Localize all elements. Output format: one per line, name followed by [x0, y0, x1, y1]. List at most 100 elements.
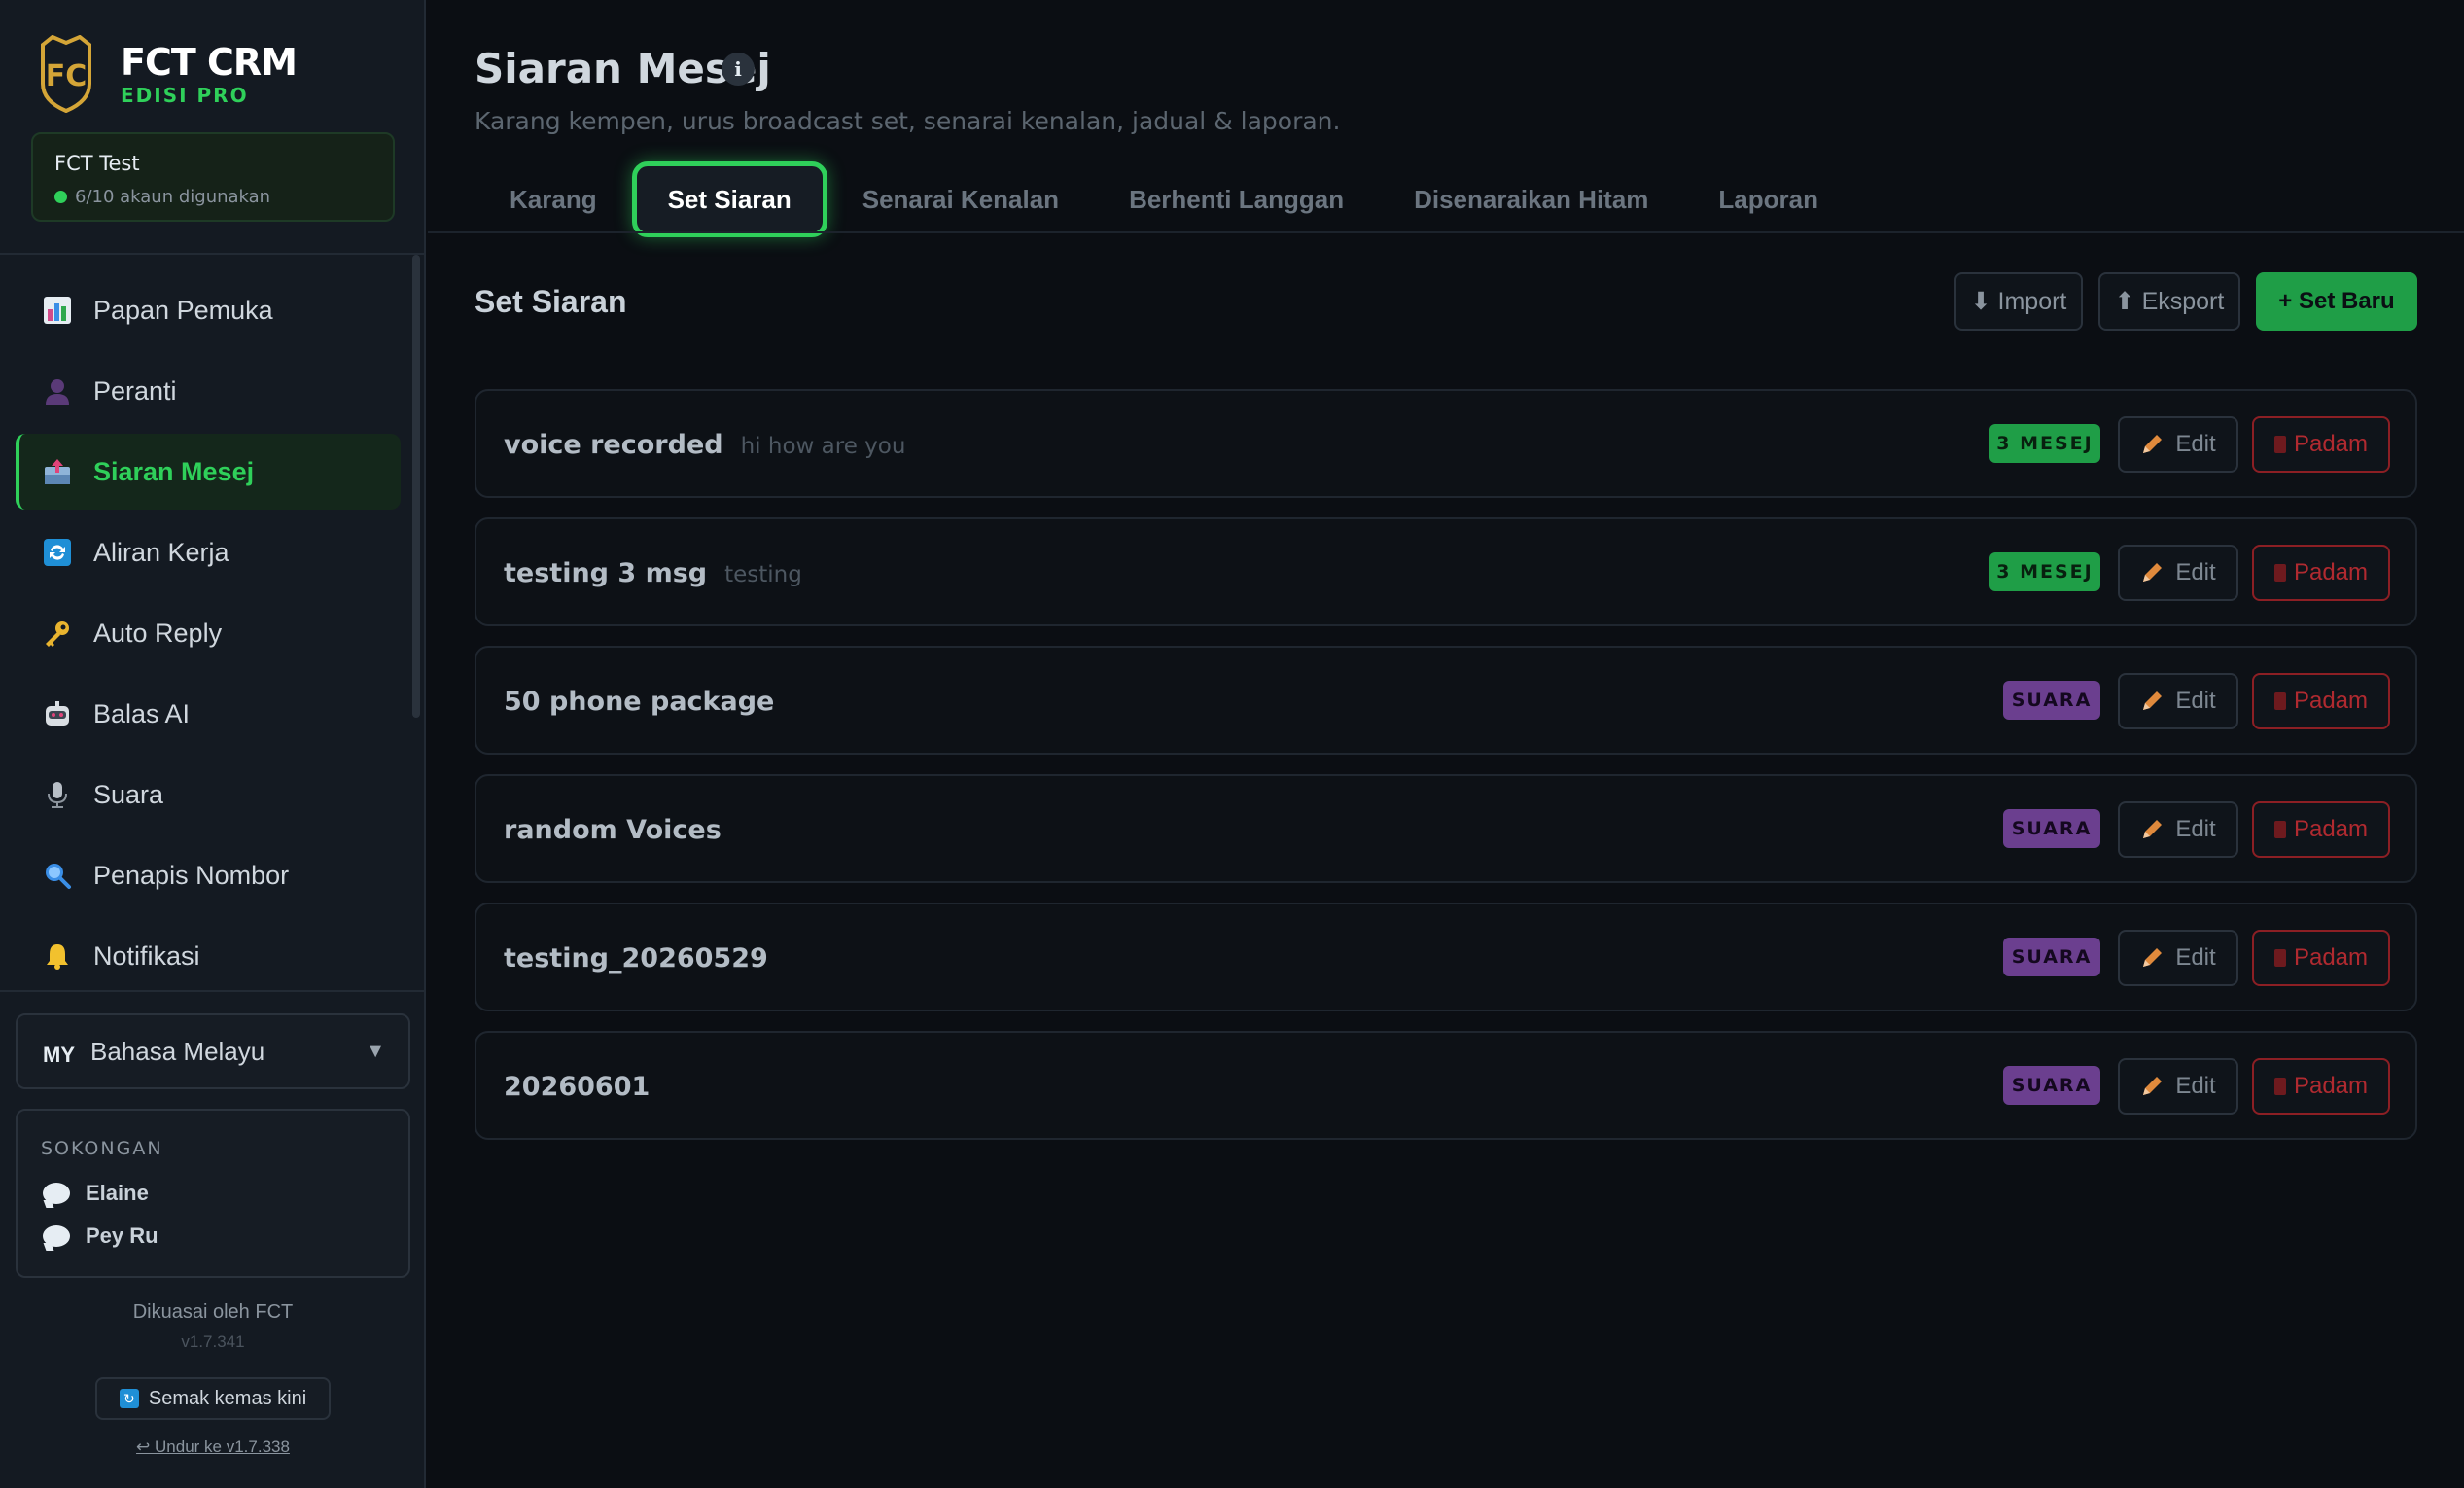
sidebar-item-penapis-nombor[interactable]: Penapis Nombor: [16, 837, 401, 913]
sidebar-item-auto-reply[interactable]: Auto Reply: [16, 595, 401, 671]
list-item[interactable]: testing 3 msg testing 3 MESEJ Edit Padam: [475, 517, 2417, 626]
set-name: 20260601: [504, 1072, 650, 1102]
sidebar-item-peranti[interactable]: Peranti: [16, 353, 401, 429]
magnifier-icon: [41, 859, 74, 892]
list-item[interactable]: 20260601 SUARA Edit Padam: [475, 1031, 2417, 1140]
list-item[interactable]: 50 phone package SUARA Edit Padam: [475, 646, 2417, 755]
edit-label: Edit: [2175, 1073, 2216, 1099]
sidebar-nav: Papan Pemuka Peranti Siaran Mesej Aliran…: [16, 272, 401, 999]
voice-badge: SUARA: [2003, 938, 2100, 976]
sidebar-item-aliran-kerja[interactable]: Aliran Kerja: [16, 514, 401, 590]
delete-button[interactable]: Padam: [2252, 930, 2390, 986]
delete-button[interactable]: Padam: [2252, 416, 2390, 473]
delete-label: Padam: [2293, 816, 2369, 842]
brand[interactable]: FC FCT CRM EDISI PRO: [39, 35, 408, 113]
edit-label: Edit: [2175, 688, 2216, 714]
support-contact-name: Pey Ru: [86, 1223, 158, 1248]
support-box: SOKONGAN Elaine Pey Ru: [16, 1109, 410, 1278]
status-dot-icon: [54, 191, 67, 203]
list-item[interactable]: random Voices SUARA Edit Padam: [475, 774, 2417, 883]
delete-button[interactable]: Padam: [2252, 1058, 2390, 1115]
sidebar-divider: [0, 253, 426, 255]
broadcast-set-list: voice recorded hi how are you 3 MESEJ Edi…: [475, 389, 2417, 1159]
sidebar-item-label: Auto Reply: [93, 618, 223, 648]
trash-icon: [2273, 821, 2286, 838]
version-label: v1.7.341: [181, 1332, 245, 1351]
tab-divider: [428, 231, 2464, 233]
account-name: FCT Test: [54, 152, 140, 175]
sidebar-divider: [0, 990, 426, 992]
sidebar-item-label: Peranti: [93, 375, 177, 406]
edit-label: Edit: [2175, 559, 2216, 585]
sidebar-item-siaran-mesej[interactable]: Siaran Mesej: [16, 434, 401, 510]
edit-button[interactable]: Edit: [2118, 545, 2238, 601]
tab-bar: Karang Set Siaran Senarai Kenalan Berhen…: [475, 161, 1853, 241]
sidebar-item-papan-pemuka[interactable]: Papan Pemuka: [16, 272, 401, 348]
sidebar-item-label: Penapis Nombor: [93, 860, 290, 890]
language-select[interactable]: MY Bahasa Melayu ▼: [16, 1013, 410, 1089]
key-icon: [41, 617, 74, 650]
tab-disenaraikan-hitam[interactable]: Disenaraikan Hitam: [1379, 161, 1683, 237]
fct-logo-icon: FC: [41, 35, 91, 113]
edit-label: Edit: [2175, 431, 2216, 457]
check-update-button[interactable]: ↻ Semak kemas kini: [95, 1377, 331, 1420]
tab-senarai-kenalan[interactable]: Senarai Kenalan: [827, 161, 1094, 237]
pencil-icon: [2143, 820, 2163, 838]
set-name-text: testing_20260529: [504, 943, 768, 974]
voice-badge: SUARA: [2003, 1066, 2100, 1105]
sidebar-item-label: Notifikasi: [93, 940, 200, 971]
delete-label: Padam: [2293, 559, 2369, 585]
import-button[interactable]: ⬇ Import: [1954, 272, 2083, 331]
edit-button[interactable]: Edit: [2118, 930, 2238, 986]
set-name: random Voices: [504, 815, 722, 845]
message-count-badge: 3 MESEJ: [1989, 424, 2100, 463]
edit-button[interactable]: Edit: [2118, 673, 2238, 729]
sidebar-item-balas-ai[interactable]: Balas AI: [16, 676, 401, 752]
support-contact-pey-ru[interactable]: Pey Ru: [43, 1220, 158, 1253]
refresh-icon: [41, 536, 74, 569]
info-icon[interactable]: i: [722, 53, 755, 86]
account-box[interactable]: FCT Test 6/10 akaun digunakan: [31, 132, 395, 222]
bell-icon: [41, 939, 74, 973]
pencil-icon: [2143, 948, 2163, 967]
message-count-badge: 3 MESEJ: [1989, 552, 2100, 591]
tab-laporan[interactable]: Laporan: [1683, 161, 1853, 237]
microphone-icon: [41, 778, 74, 811]
pencil-icon: [2143, 563, 2163, 582]
delete-label: Padam: [2293, 944, 2369, 971]
sidebar-item-label: Papan Pemuka: [93, 295, 273, 325]
delete-button[interactable]: Padam: [2252, 545, 2390, 601]
edit-button[interactable]: Edit: [2118, 801, 2238, 858]
support-contact-elaine[interactable]: Elaine: [43, 1177, 149, 1210]
bar-chart-icon: [41, 294, 74, 327]
downgrade-link[interactable]: ↩ Undur ke v1.7.338: [0, 1437, 426, 1457]
person-icon: [41, 374, 74, 407]
list-item[interactable]: voice recorded hi how are you 3 MESEJ Edi…: [475, 389, 2417, 498]
page-subtitle: Karang kempen, urus broadcast set, senar…: [475, 107, 1341, 135]
tab-set-siaran[interactable]: Set Siaran: [631, 161, 827, 237]
export-button[interactable]: ⬆ Eksport: [2098, 272, 2240, 331]
sidebar-item-notifikasi[interactable]: Notifikasi: [16, 918, 401, 994]
set-name-text: random Voices: [504, 815, 722, 845]
tab-berhenti-langgan[interactable]: Berhenti Langgan: [1094, 161, 1379, 237]
language-label: Bahasa Melayu: [90, 1036, 265, 1066]
sidebar-item-suara[interactable]: Suara: [16, 757, 401, 833]
pencil-icon: [2143, 435, 2163, 453]
delete-label: Padam: [2293, 688, 2369, 714]
chevron-down-icon: ▼: [366, 1041, 385, 1062]
delete-button[interactable]: Padam: [2252, 673, 2390, 729]
tab-karang[interactable]: Karang: [475, 161, 632, 237]
edit-button[interactable]: Edit: [2118, 416, 2238, 473]
set-name-text: 50 phone package: [504, 687, 775, 717]
set-description: hi how are you: [740, 434, 906, 459]
trash-icon: [2273, 436, 2286, 453]
set-name: testing_20260529: [504, 943, 768, 974]
speech-bubble-icon: [43, 1183, 70, 1204]
sidebar-item-label: Siaran Mesej: [93, 456, 255, 486]
delete-button[interactable]: Padam: [2252, 801, 2390, 858]
sidebar-scrollbar[interactable]: [412, 255, 420, 718]
edit-button[interactable]: Edit: [2118, 1058, 2238, 1115]
sidebar-item-label: Suara: [93, 779, 164, 809]
new-set-button[interactable]: + Set Baru: [2256, 272, 2417, 331]
list-item[interactable]: testing_20260529 SUARA Edit Padam: [475, 903, 2417, 1011]
